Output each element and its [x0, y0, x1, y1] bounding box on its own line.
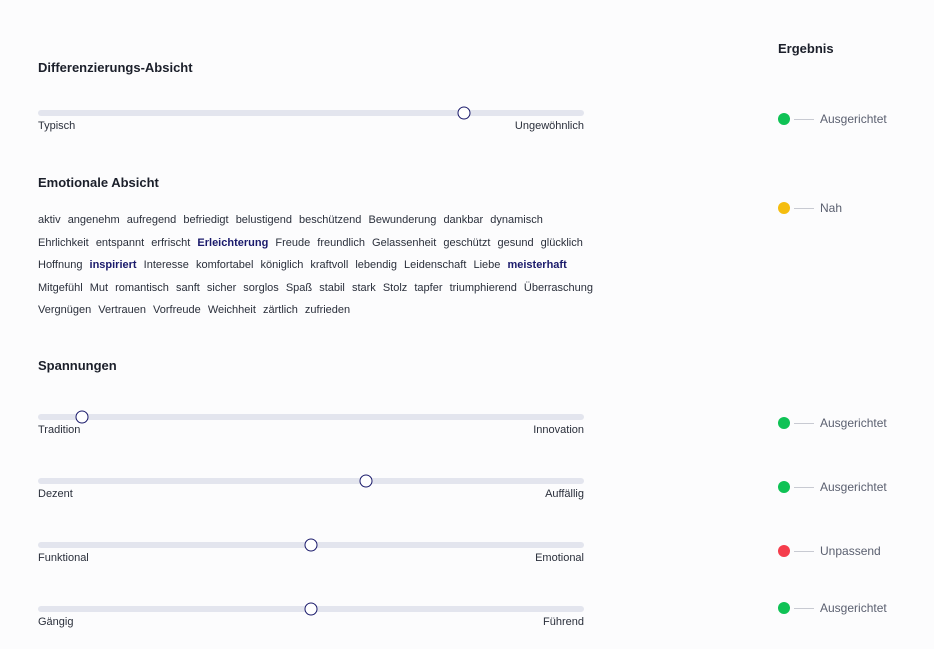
- tension-left-label: Tradition: [38, 424, 81, 436]
- emotion-word[interactable]: entspannt: [96, 237, 144, 249]
- tension-slider-gaengig-fuehrend[interactable]: [38, 602, 584, 616]
- emotion-word[interactable]: beschützend: [299, 214, 361, 226]
- status-dot-icon: [778, 481, 790, 493]
- tension-slider-handle[interactable]: [359, 474, 373, 488]
- result-label: Ausgerichtet: [820, 601, 887, 615]
- result-tension-2: Ausgerichtet: [778, 480, 887, 494]
- emotion-word[interactable]: aktiv: [38, 214, 61, 226]
- differentiation-slider[interactable]: [38, 106, 584, 120]
- result-label: Unpassend: [820, 544, 881, 558]
- result-label: Ausgerichtet: [820, 416, 887, 430]
- status-dot-icon: [778, 202, 790, 214]
- result-label: Ausgerichtet: [820, 480, 887, 494]
- emotion-word[interactable]: triumphierend: [450, 282, 517, 294]
- emotion-word[interactable]: erfrischt: [151, 237, 190, 249]
- connector-line: [794, 607, 814, 609]
- emotion-word[interactable]: Vertrauen: [98, 304, 146, 316]
- emotion-word[interactable]: aufregend: [127, 214, 177, 226]
- connector-line: [794, 550, 814, 552]
- tension-right-label: Führend: [543, 616, 584, 628]
- emotion-word[interactable]: stark: [352, 282, 376, 294]
- emotion-word[interactable]: Bewunderung: [368, 214, 436, 226]
- status-dot-icon: [778, 417, 790, 429]
- emotion-word[interactable]: romantisch: [115, 282, 169, 294]
- emotion-word[interactable]: Interesse: [144, 259, 189, 271]
- emotion-word[interactable]: belustigend: [236, 214, 292, 226]
- result-tension-1: Ausgerichtet: [778, 416, 887, 430]
- emotion-word[interactable]: Gelassenheit: [372, 237, 436, 249]
- emotion-word[interactable]: königlich: [261, 259, 304, 271]
- emotion-word[interactable]: Freude: [275, 237, 310, 249]
- result-label: Ausgerichtet: [820, 112, 887, 126]
- emotion-word[interactable]: Hoffnung: [38, 259, 82, 271]
- tension-right-label: Auffällig: [545, 488, 584, 500]
- status-dot-icon: [778, 545, 790, 557]
- tension-right-label: Innovation: [533, 424, 584, 436]
- tension-left-label: Dezent: [38, 488, 73, 500]
- differentiation-slider-handle[interactable]: [457, 106, 471, 120]
- emotion-word[interactable]: Leidenschaft: [404, 259, 466, 271]
- emotion-word[interactable]: sicher: [207, 282, 236, 294]
- emotion-word[interactable]: kraftvoll: [310, 259, 348, 271]
- emotion-word[interactable]: komfortabel: [196, 259, 253, 271]
- emotion-word[interactable]: angenehm: [68, 214, 120, 226]
- tensions-heading: Spannungen: [38, 358, 117, 373]
- emotion-word[interactable]: freundlich: [317, 237, 365, 249]
- status-dot-icon: [778, 602, 790, 614]
- differentiation-left-label: Typisch: [38, 120, 76, 132]
- emotion-word[interactable]: Ehrlichkeit: [38, 237, 89, 249]
- emotion-word[interactable]: Vorfreude: [153, 304, 201, 316]
- emotion-word[interactable]: dankbar: [443, 214, 483, 226]
- emotion-word[interactable]: zufrieden: [305, 304, 350, 316]
- emotion-word[interactable]: Überraschung: [524, 282, 593, 294]
- emotion-word[interactable]: inspiriert: [90, 259, 137, 271]
- connector-line: [794, 486, 814, 488]
- tension-left-label: Gängig: [38, 616, 74, 628]
- emotion-word[interactable]: geschützt: [443, 237, 490, 249]
- tension-slider-handle[interactable]: [304, 602, 318, 616]
- result-tension-3: Unpassend: [778, 544, 881, 558]
- emotion-word[interactable]: dynamisch: [490, 214, 543, 226]
- emotion-word[interactable]: Spaß: [286, 282, 312, 294]
- tension-slider-tradition-innovation[interactable]: [38, 410, 584, 424]
- emotion-word[interactable]: Vergnügen: [38, 304, 91, 316]
- result-emotional: Nah: [778, 201, 842, 215]
- emotion-word-list: aktiv angenehm aufregend befriedigt belu…: [38, 209, 598, 322]
- connector-line: [794, 118, 814, 120]
- emotion-word[interactable]: Mitgefühl: [38, 282, 83, 294]
- result-tension-4: Ausgerichtet: [778, 601, 887, 615]
- emotion-word[interactable]: Liebe: [473, 259, 500, 271]
- tension-right-label: Emotional: [535, 552, 584, 564]
- tension-slider-funktional-emotional[interactable]: [38, 538, 584, 552]
- tension-slider-handle[interactable]: [304, 538, 318, 552]
- tension-slider-handle[interactable]: [75, 410, 89, 424]
- emotion-word[interactable]: befriedigt: [183, 214, 228, 226]
- connector-line: [794, 207, 814, 209]
- tension-left-label: Funktional: [38, 552, 89, 564]
- result-differentiation: Ausgerichtet: [778, 112, 887, 126]
- emotion-word[interactable]: lebendig: [355, 259, 397, 271]
- differentiation-right-label: Ungewöhnlich: [514, 120, 584, 132]
- emotion-word[interactable]: zärtlich: [263, 304, 298, 316]
- emotional-heading: Emotionale Absicht: [38, 175, 159, 190]
- emotion-word[interactable]: stabil: [319, 282, 345, 294]
- emotion-word[interactable]: glücklich: [541, 237, 583, 249]
- result-column-title: Ergebnis: [778, 41, 834, 56]
- emotion-word[interactable]: Weichheit: [208, 304, 256, 316]
- differentiation-heading: Differenzierungs-Absicht: [38, 60, 193, 75]
- emotion-word[interactable]: tapfer: [414, 282, 442, 294]
- emotion-word[interactable]: gesund: [497, 237, 533, 249]
- emotion-word[interactable]: meisterhaft: [507, 259, 566, 271]
- emotion-word[interactable]: Stolz: [383, 282, 407, 294]
- status-dot-icon: [778, 113, 790, 125]
- emotion-word[interactable]: sorglos: [243, 282, 278, 294]
- emotion-word[interactable]: Mut: [90, 282, 108, 294]
- connector-line: [794, 422, 814, 424]
- tension-slider-dezent-auffaellig[interactable]: [38, 474, 584, 488]
- result-label: Nah: [820, 201, 843, 215]
- emotion-word[interactable]: sanft: [176, 282, 200, 294]
- emotion-word[interactable]: Erleichterung: [197, 237, 268, 249]
